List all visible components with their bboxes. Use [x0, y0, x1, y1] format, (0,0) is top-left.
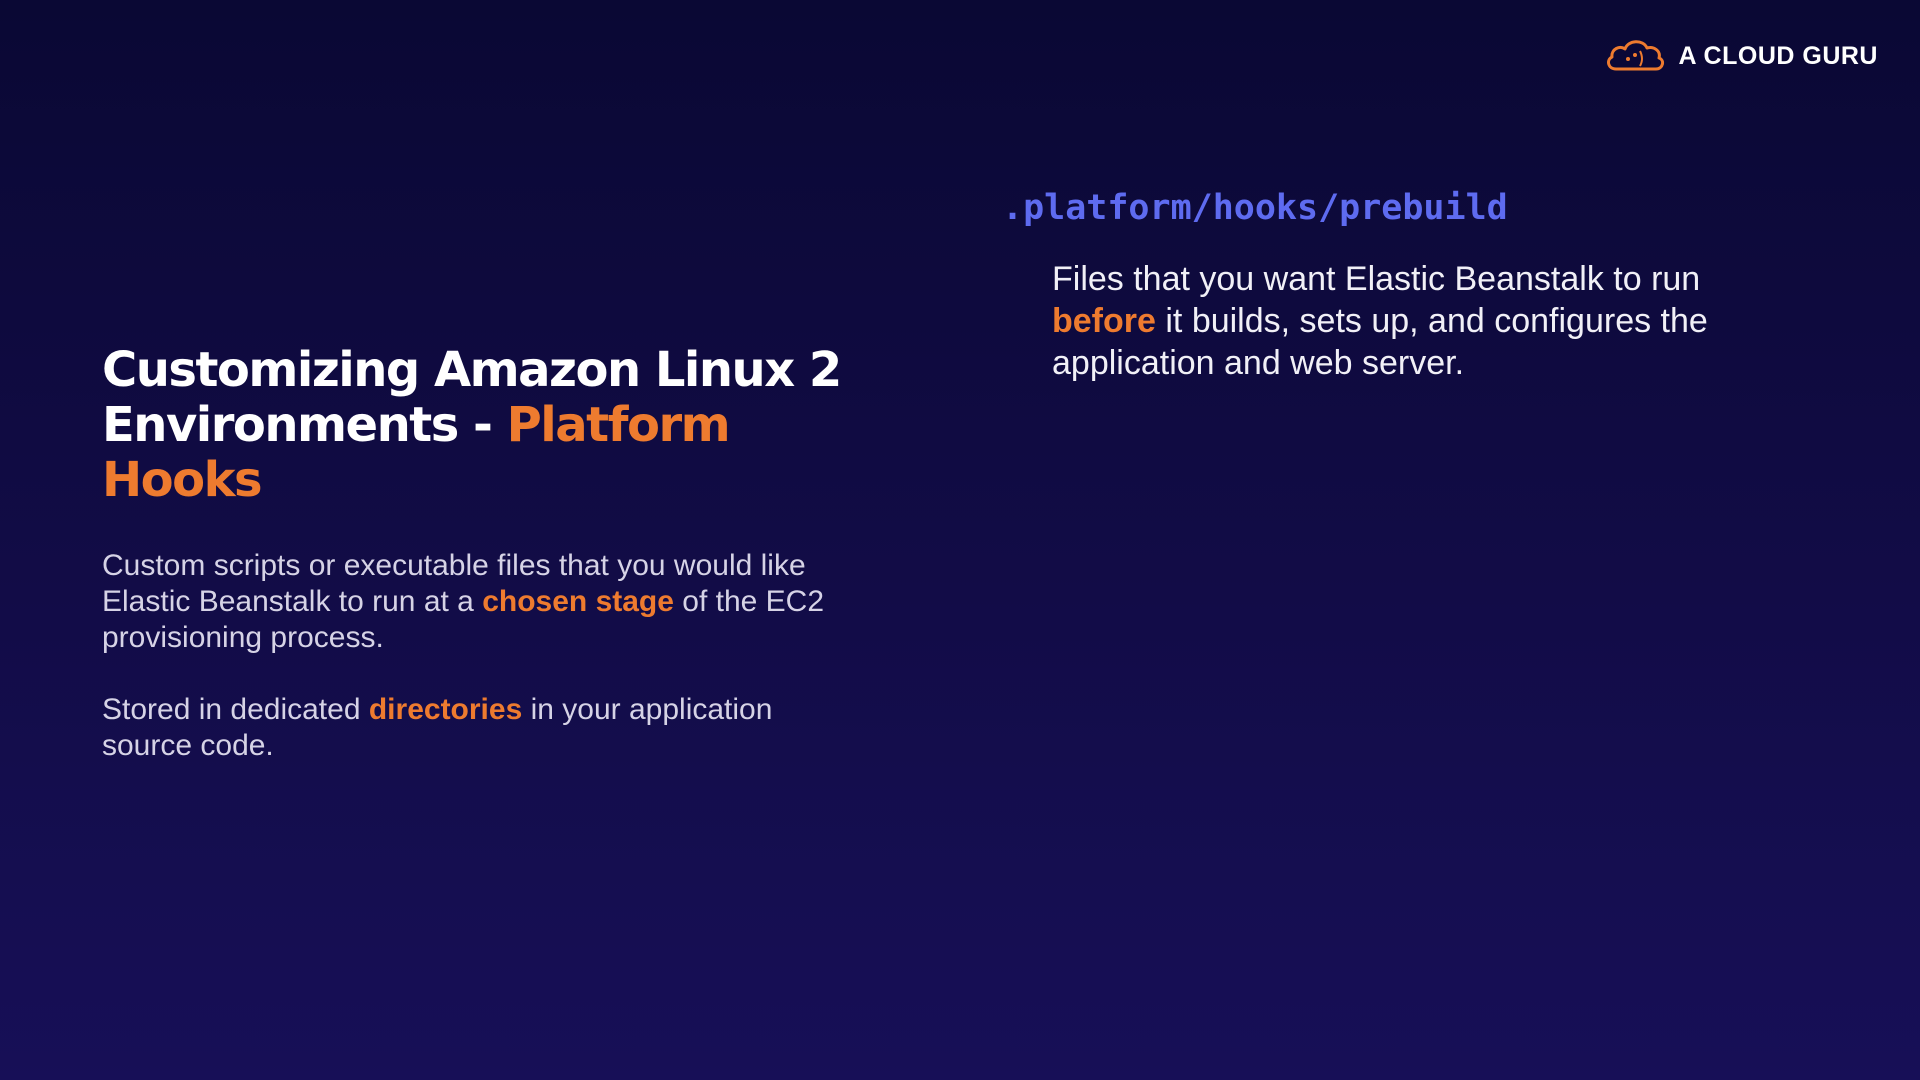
- hook-description: Files that you want Elastic Beanstalk to…: [1052, 258, 1812, 384]
- hook-desc-highlight: before: [1052, 302, 1156, 340]
- desc2-text-start: Stored in dedicated: [102, 693, 369, 726]
- description-paragraph-2: Stored in dedicated directories in your …: [102, 692, 862, 764]
- title-line-1: Customizing Amazon Linux 2: [102, 342, 842, 398]
- hook-desc-text-start: Files that you want Elastic Beanstalk to…: [1052, 260, 1701, 298]
- brand-logo: A CLOUD GURU: [1604, 36, 1878, 76]
- slide-description: Custom scripts or executable files that …: [102, 548, 862, 800]
- slide-title: Customizing Amazon Linux 2 Environments …: [102, 343, 862, 508]
- title-line-2-prefix: Environments -: [102, 397, 507, 453]
- cloud-icon: [1607, 40, 1665, 71]
- desc1-highlight: chosen stage: [482, 585, 674, 618]
- hook-directory-path: .platform/hooks/prebuild: [1002, 188, 1508, 228]
- description-paragraph-1: Custom scripts or executable files that …: [102, 548, 862, 656]
- desc2-highlight: directories: [368, 693, 523, 726]
- brand-name: A CLOUD GURU: [1678, 41, 1878, 70]
